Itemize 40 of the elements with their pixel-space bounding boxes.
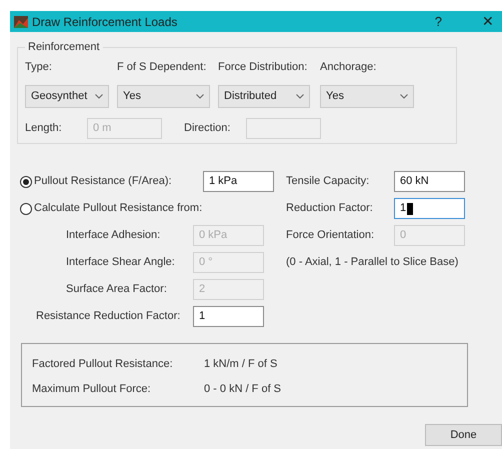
input-field[interactable]: 60 kN	[394, 171, 465, 192]
done-button[interactable]: Done	[425, 424, 502, 446]
radio-button[interactable]	[20, 202, 32, 214]
close-button[interactable]: ✕	[482, 11, 494, 32]
hint-text: (0 - Axial, 1 - Parallel to Slice Base)	[286, 255, 458, 270]
field-label: Resistance Reduction Factor:	[36, 309, 182, 324]
field-label: Reduction Factor:	[286, 201, 374, 216]
field-label: Force Orientation:	[286, 228, 376, 244]
field-label: Tensile Capacity:	[286, 174, 370, 190]
caret-icon	[196, 94, 204, 99]
field-label: Direction:	[184, 120, 232, 136]
field-label: Interface Shear Angle:	[66, 255, 176, 270]
caret-icon	[296, 94, 304, 99]
summary-label: Maximum Pullout Force:	[32, 382, 152, 398]
input-field[interactable]: 1	[193, 306, 264, 327]
dropdown[interactable]: Yes	[117, 85, 210, 108]
dropdown[interactable]: Distributed	[218, 85, 310, 108]
summary-value: 1 kN/m / F of S	[204, 357, 278, 372]
summary-label: Factored Pullout Resistance:	[32, 357, 174, 372]
radio-label[interactable]: Pullout Resistance (F/Area):	[34, 173, 203, 190]
window-title: Draw Reinforcement Loads	[32, 14, 178, 30]
dropdown[interactable]: Yes	[320, 85, 414, 108]
group-title: Reinforcement	[27, 41, 101, 53]
app-icon	[14, 16, 28, 28]
field-label: Type:	[25, 60, 53, 75]
caret-icon	[95, 94, 103, 99]
radio-button[interactable]	[20, 176, 32, 188]
field-label: Length:	[25, 120, 63, 136]
dropdown[interactable]: Geosynthet	[25, 85, 109, 108]
input-field[interactable]: 1	[394, 198, 465, 219]
summary-value: 0 - 0 kN / F of S	[204, 382, 282, 398]
field-label: Interface Adhesion:	[66, 228, 162, 244]
field-label: Surface Area Factor:	[66, 282, 168, 298]
input-field[interactable]: 1 kPa	[203, 171, 274, 192]
radio-label[interactable]: Calculate Pullout Resistance from:	[34, 200, 202, 217]
field-label: F of S Dependent:	[117, 60, 208, 75]
help-button[interactable]: ?	[434, 12, 442, 32]
caret-icon	[400, 94, 408, 99]
field-label: Anchorage:	[320, 60, 378, 75]
field-label: Force Distribution:	[218, 60, 308, 75]
